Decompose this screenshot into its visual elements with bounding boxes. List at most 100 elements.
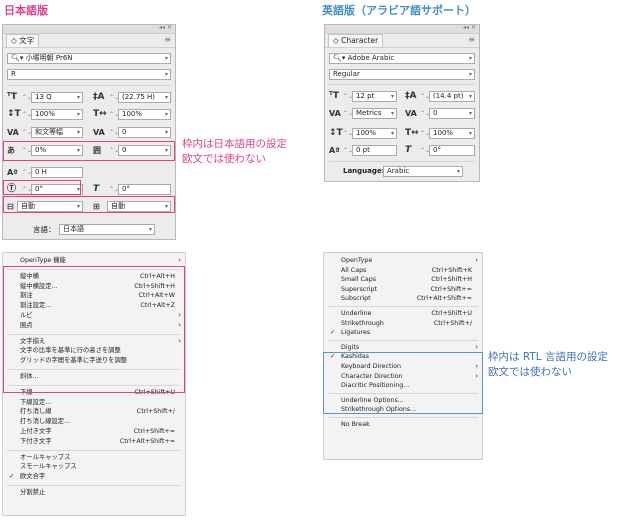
horizontal-scale-field[interactable]: 100% ▾	[118, 109, 171, 120]
font-style-field[interactable]: R ▾	[7, 69, 171, 80]
horizontal-scale-icon: T↔	[93, 109, 107, 119]
checkmark-icon: ✓	[330, 329, 336, 337]
tracking-icon: VA	[405, 109, 417, 118]
english-version-title: 英語版（アラビア語サポート）	[322, 4, 476, 17]
menu-item-label: Digits	[341, 343, 360, 351]
skew-value: 0°	[122, 185, 130, 193]
menu-item-label: Strikethrough	[341, 319, 384, 327]
menu-item[interactable]: ✓ 欧文合字	[3, 472, 185, 481]
menu-item[interactable]: Subscript Ctrl+Alt+Shift+=	[324, 294, 482, 303]
jp-highlight-insert-space-row	[3, 196, 175, 213]
collapse-icon[interactable]: ◂◂	[463, 24, 469, 31]
font-size-field[interactable]: 13 Q ▾	[31, 92, 83, 103]
jp-note-line-2: 欧文では使わない	[182, 153, 266, 165]
font-family-field[interactable]: 🔍︎▾ Adobe Arabic ▾	[329, 53, 475, 64]
jp-note-line-1: 枠内は日本語用の設定	[182, 138, 287, 150]
menu-item[interactable]: 打ち消し線設定...	[3, 417, 185, 426]
close-icon[interactable]: ✕	[471, 24, 476, 31]
menu-item[interactable]: OpenType 機能 ›	[3, 256, 185, 265]
menu-item-shortcut: Ctrl+Shift+H	[431, 276, 472, 284]
menu-item-label: Ligatures	[341, 329, 371, 337]
tab-character[interactable]: ◇ Character	[328, 34, 384, 47]
vertical-scale-value: 100%	[356, 129, 377, 137]
search-icon: 🔍︎▾	[11, 54, 26, 62]
collapse-icon[interactable]: ◂◂	[159, 24, 165, 31]
chevron-down-icon: ▾	[164, 94, 168, 101]
en-note: 枠内は RTL 言語用の設定 欧文では使わない	[488, 350, 608, 380]
tracking-field[interactable]: 0 ▾	[118, 127, 171, 138]
vertical-scale-field[interactable]: 100% ▾	[31, 109, 83, 120]
font-size-icon: ᵀT	[329, 91, 340, 101]
menu-item[interactable]: Underline Ctrl+Shift+U	[324, 309, 482, 318]
close-icon[interactable]: ✕	[167, 24, 172, 31]
language-select[interactable]: 日本語 ▾	[59, 224, 155, 235]
chevron-down-icon: ▾	[390, 130, 394, 137]
menu-item-label: オールキャップス	[20, 453, 71, 461]
chevron-down-icon: ▾	[164, 111, 168, 118]
leading-field[interactable]: (22.75 H) ▾	[118, 92, 171, 103]
menu-item[interactable]: Digits ›	[324, 343, 482, 352]
menu-item-label: Underline	[341, 310, 372, 317]
baseline-shift-field[interactable]: 0 H	[31, 167, 83, 178]
chevron-down-icon: ▾	[390, 110, 394, 117]
tab-character[interactable]: ◇ 文字	[6, 34, 40, 47]
tab-label: 文字	[19, 36, 35, 45]
tracking-value: 0	[433, 109, 438, 117]
jp-note: 枠内は日本語用の設定 欧文では使わない	[182, 137, 287, 167]
kerning-field[interactable]: Metrics ▾	[352, 108, 397, 119]
kerning-icon: VA	[7, 128, 19, 137]
font-family-field[interactable]: 🔍︎▾ 小塚明朝 Pr6N ▾	[7, 53, 171, 64]
en-note-line-1: 枠内は RTL 言語用の設定	[488, 351, 608, 363]
leading-icon: ‡A	[405, 91, 417, 101]
menu-separator	[328, 306, 478, 307]
kerning-field[interactable]: 和文等幅 ▾	[31, 127, 83, 138]
menu-item[interactable]: Strikethrough Ctrl+Shift+/	[324, 319, 482, 328]
horizontal-scale-value: 100%	[433, 129, 454, 137]
menu-item[interactable]: OpenType ›	[324, 256, 482, 265]
menu-item-label: Small Caps	[341, 276, 377, 284]
menu-item[interactable]: 下線設定...	[3, 398, 185, 407]
skew-field[interactable]: 0°	[118, 184, 171, 195]
menu-item-label: 打ち消し線設定...	[20, 418, 71, 426]
horizontal-scale-field[interactable]: 100% ▾	[429, 128, 475, 139]
menu-item-label: OpenType 機能	[20, 257, 66, 264]
menu-item[interactable]: スモールキャップス	[3, 462, 185, 471]
menu-item[interactable]: 下付き文字 Ctrl+Alt+Shift+=	[3, 437, 185, 446]
menu-item[interactable]: ✓ Ligatures	[324, 328, 482, 337]
en-highlight-menu-items	[323, 352, 483, 414]
menu-item[interactable]: No Break	[324, 420, 482, 429]
skew-field[interactable]: 0°	[429, 145, 475, 156]
font-style-field[interactable]: Regular ▾	[329, 69, 475, 80]
menu-item[interactable]: Superscript Ctrl+Shift+=	[324, 285, 482, 294]
menu-item-label: All Caps	[341, 266, 367, 274]
menu-item-shortcut: Ctrl+Shift+=	[133, 428, 175, 435]
panel-menu-icon[interactable]: ≡	[164, 35, 171, 44]
vertical-scale-field[interactable]: 100% ▾	[352, 128, 397, 139]
menu-item[interactable]: All Caps Ctrl+Shift+K	[324, 266, 482, 275]
baseline-shift-icon: Aª	[329, 146, 340, 155]
menu-item-shortcut: Ctrl+Alt+Shift+=	[416, 295, 472, 303]
menu-item[interactable]: Small Caps Ctrl+Shift+H	[324, 275, 482, 284]
en-note-line-2: 欧文では使わない	[488, 366, 572, 378]
kerning-value: 和文等幅	[35, 128, 63, 136]
chevron-down-icon: ▾	[468, 110, 472, 117]
menu-item[interactable]: 打ち消し線 Ctrl+Shift+/	[3, 407, 185, 416]
chevron-down-icon: ▾	[164, 71, 168, 78]
menu-item[interactable]: 分割禁止	[3, 488, 185, 497]
menu-item-label: スモールキャップス	[20, 463, 77, 471]
menu-item[interactable]: オールキャップス	[3, 453, 185, 462]
tracking-field[interactable]: 0 ▾	[429, 108, 475, 119]
tab-label: Character	[341, 36, 379, 45]
menu-item[interactable]: 上付き文字 Ctrl+Shift+=	[3, 427, 185, 436]
font-size-field[interactable]: 12 pt ▾	[352, 91, 397, 102]
panel-menu-icon[interactable]: ≡	[468, 35, 475, 44]
chevron-down-icon: ▾	[164, 55, 168, 62]
menu-item-label: 打ち消し線	[20, 408, 52, 416]
language-select[interactable]: Arabic ▾	[383, 166, 463, 177]
baseline-shift-field[interactable]: 0 pt	[352, 145, 397, 156]
language-label: 言語：	[33, 225, 56, 234]
menu-item-label: OpenType	[341, 257, 373, 264]
chevron-down-icon: ▾	[468, 71, 472, 78]
leading-field[interactable]: (14.4 pt) ▾	[429, 91, 475, 102]
chevron-down-icon: ▾	[468, 93, 472, 100]
